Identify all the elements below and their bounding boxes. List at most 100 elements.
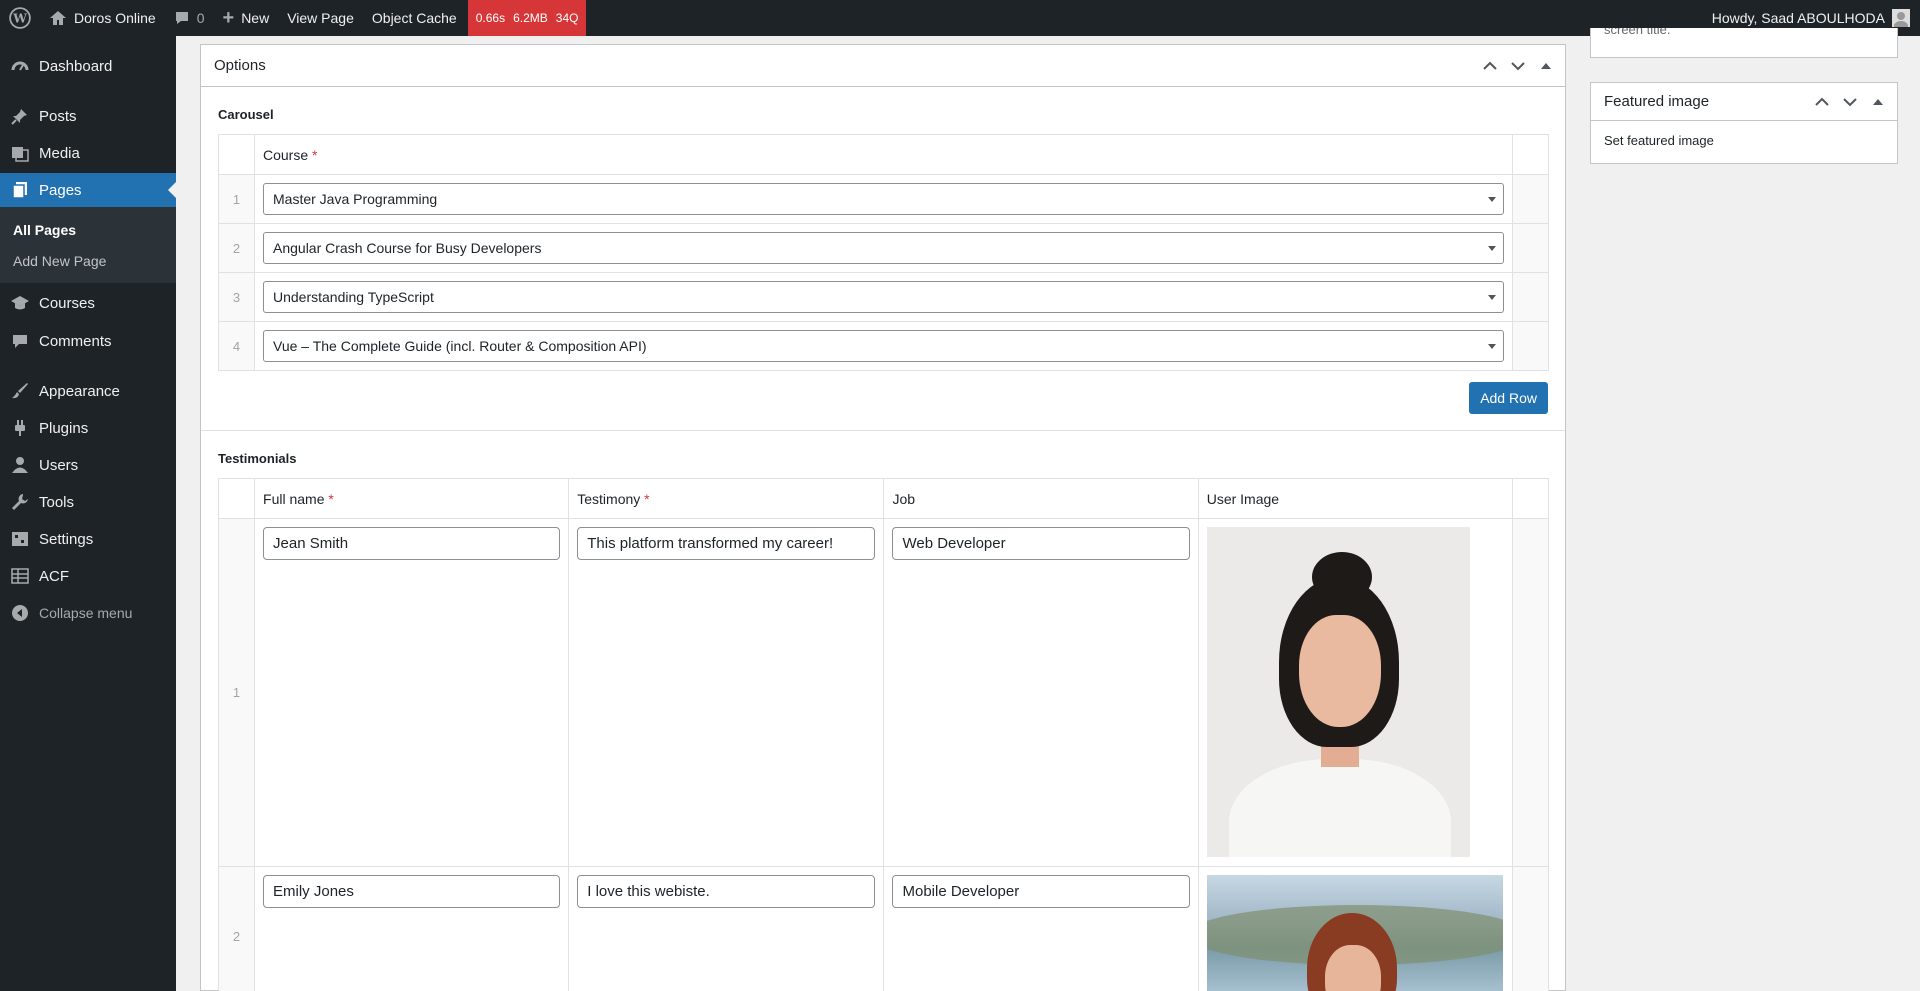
graduation-cap-icon [10,293,30,313]
move-down-icon[interactable] [1507,55,1529,77]
plus-icon: + [222,6,235,29]
order-header [218,134,255,175]
pages-icon [10,180,30,200]
order-header [217,478,256,519]
submenu-all-pages[interactable]: All Pages [0,214,176,245]
row-handle[interactable]: 4 [218,321,255,371]
user-image-column-header: User Image [1197,478,1513,519]
set-featured-image-link[interactable]: Set featured image [1604,133,1714,148]
comments-link[interactable]: 0 [165,0,214,36]
full-name-input[interactable]: Emily Jones [263,875,561,908]
user-image-photo[interactable] [1206,875,1503,991]
menu-comments[interactable]: Comments [0,324,176,358]
query-monitor-badge[interactable]: 0.66s 6.2MB 34Q [467,0,587,36]
row-actions[interactable] [1512,223,1549,273]
move-up-icon[interactable] [1811,91,1833,113]
row-actions[interactable] [1512,174,1549,224]
plug-icon [10,418,30,438]
required-marker: * [644,490,650,507]
menu-label: ACF [39,567,69,585]
course-select[interactable]: Vue – The Complete Guide (incl. Router &… [263,330,1504,362]
menu-users[interactable]: Users [0,448,176,482]
select-value: Understanding TypeScript [273,289,434,305]
perf-queries: 34Q [555,11,579,25]
actions-header [1511,478,1550,519]
menu-appearance[interactable]: Appearance [0,374,176,408]
full-name-column-header: Full name * [254,478,570,519]
menu-plugins[interactable]: Plugins [0,411,176,445]
comment-icon [10,331,30,351]
testimonials-repeater-table: Full name * Testimony * Job User Image 1… [217,478,1550,991]
view-page-link[interactable]: View Page [278,0,363,36]
row-handle[interactable]: 2 [217,866,256,991]
new-label: New [241,10,270,26]
featured-image-header: Featured image [1591,83,1897,121]
job-input[interactable]: Mobile Developer [892,875,1190,908]
collapse-label: Collapse menu [39,605,133,621]
course-select[interactable]: Angular Crash Course for Busy Developers [263,232,1504,264]
course-select[interactable]: Understanding TypeScript [263,281,1504,313]
toggle-panel-icon[interactable] [1867,91,1889,113]
dropdown-arrow-icon [1488,197,1496,202]
user-image-photo[interactable] [1206,527,1470,857]
menu-pages[interactable]: Pages [0,173,176,207]
row-handle[interactable]: 1 [217,518,256,867]
metabox-controls [1479,55,1565,77]
site-name: Doros Online [74,10,156,26]
grid-icon [10,566,30,586]
comments-count: 0 [196,10,205,26]
dropdown-arrow-icon [1488,246,1496,251]
menu-dashboard[interactable]: Dashboard [0,49,176,83]
move-down-icon[interactable] [1839,91,1861,113]
course-header-label: Course [263,146,309,163]
menu-label: Media [39,144,80,162]
brush-icon [10,381,30,401]
toggle-panel-icon[interactable] [1535,55,1557,77]
menu-tools[interactable]: Tools [0,485,176,519]
add-row-button[interactable]: Add Row [1469,382,1548,414]
comment-bubble-icon [174,10,190,26]
testimony-input[interactable]: This platform transformed my career! [577,527,876,560]
row-handle[interactable]: 1 [218,174,255,224]
row-actions[interactable] [1511,518,1550,867]
menu-label: Comments [39,332,112,350]
menu-label: Dashboard [39,57,113,75]
select-value: Master Java Programming [273,191,438,207]
menu-posts[interactable]: Posts [0,99,176,133]
testimony-header-label: Testimony [577,490,641,507]
collapse-menu-button[interactable]: Collapse menu [0,596,176,630]
options-metabox: Options Carousel Course * 1 Master Java … [200,44,1566,991]
row-actions[interactable] [1512,321,1549,371]
featured-image-box: Featured image Set featured image [1590,82,1898,164]
row-handle[interactable]: 2 [218,223,255,273]
page-attributes-box: screen title. [1590,28,1898,58]
course-column-header: Course * [254,134,1513,175]
course-select[interactable]: Master Java Programming [263,183,1504,215]
menu-acf[interactable]: ACF [0,559,176,593]
table-row: 4 Vue – The Complete Guide (incl. Router… [218,321,1549,371]
my-account-menu[interactable]: Howdy, Saad ABOULHODA [1712,9,1920,27]
testimonials-label: Testimonials [218,451,297,466]
row-handle[interactable]: 3 [218,272,255,322]
wordpress-logo-icon[interactable]: W [0,0,40,36]
testimony-input[interactable]: I love this webiste. [577,875,876,908]
new-content-link[interactable]: + New [214,0,279,36]
job-column-header: Job [883,478,1199,519]
site-name-link[interactable]: Doros Online [40,0,165,36]
job-input[interactable]: Web Developer [892,527,1190,560]
testimony-column-header: Testimony * [568,478,885,519]
carousel-label: Carousel [218,107,274,122]
menu-label: Courses [39,294,95,312]
pages-submenu: All Pages Add New Page [0,207,176,283]
menu-courses[interactable]: Courses [0,286,176,320]
move-up-icon[interactable] [1479,55,1501,77]
menu-settings[interactable]: Settings [0,522,176,556]
row-actions[interactable] [1511,866,1550,991]
submenu-add-new-page[interactable]: Add New Page [0,245,176,276]
pin-icon [10,106,30,126]
dropdown-arrow-icon [1488,295,1496,300]
object-cache-link[interactable]: Object Cache [363,0,466,36]
row-actions[interactable] [1512,272,1549,322]
menu-media[interactable]: Media [0,136,176,170]
full-name-input[interactable]: Jean Smith [263,527,561,560]
